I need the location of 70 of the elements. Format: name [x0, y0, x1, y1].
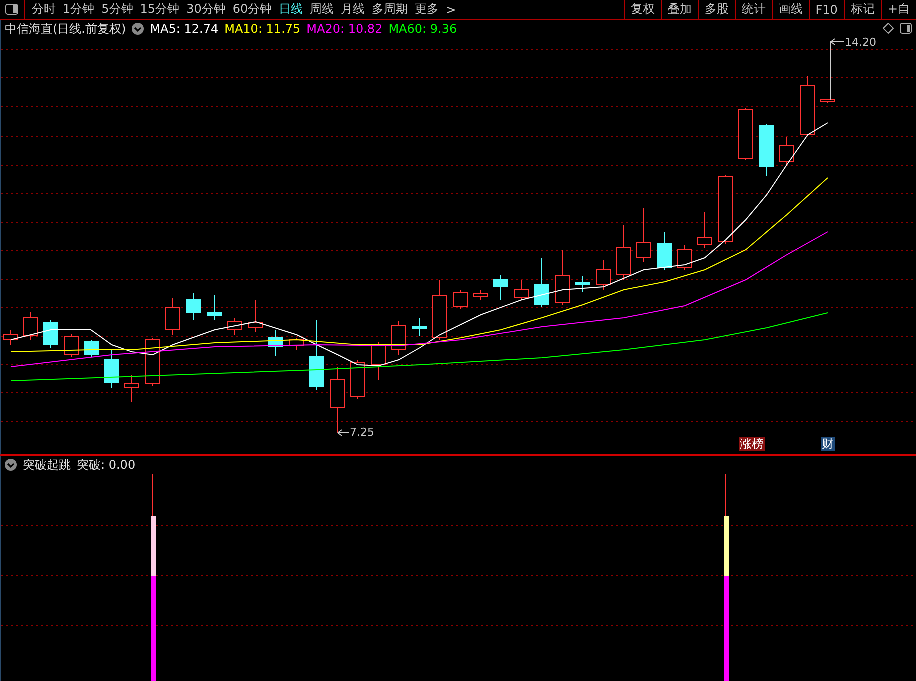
candlestick: [738, 108, 754, 160]
high-pointer-icon: [830, 38, 844, 100]
period-tab[interactable]: 周线: [310, 1, 334, 18]
candlestick: [104, 350, 120, 388]
candlestick: [166, 298, 180, 336]
chevron-down-icon[interactable]: [132, 23, 144, 35]
high-price-label: 14.20: [845, 36, 876, 49]
indicator-reading: 突破: 0.00: [77, 456, 136, 474]
candlestick: [636, 208, 652, 262]
candlestick: [372, 342, 386, 380]
candlestick: [64, 334, 80, 358]
candlestick: [208, 294, 222, 320]
candlestick: [454, 290, 468, 310]
candlestick: [392, 320, 406, 356]
candlestick: [186, 292, 202, 320]
candlestick: [412, 318, 428, 336]
panel-toggle-icon[interactable]: [900, 23, 912, 34]
indicator-name: 突破起跳: [23, 456, 71, 474]
event-badge[interactable]: 财: [821, 437, 835, 451]
more-arrow[interactable]: >: [446, 2, 456, 16]
period-tab[interactable]: 分时: [32, 1, 56, 18]
period-tab[interactable]: 多周期: [372, 1, 408, 18]
period-tab[interactable]: 月线: [341, 1, 366, 18]
candlestick: [350, 360, 366, 400]
candlestick: [780, 136, 794, 166]
period-tab[interactable]: 5分钟: [102, 1, 134, 18]
candlestick: [474, 290, 488, 300]
candlestick: [24, 312, 38, 340]
candlestick: [718, 174, 734, 244]
period-tab[interactable]: 60分钟: [232, 1, 272, 18]
candlestick: [534, 258, 550, 308]
candlestick: [658, 232, 672, 270]
period-tab[interactable]: 更多: [415, 1, 440, 18]
chevron-down-icon[interactable]: [5, 459, 17, 471]
moving-average-value: MA5: 12.74: [150, 22, 219, 36]
moving-average-value: MA60: 9.36: [388, 22, 458, 36]
moving-average-value: MA20: 10.82: [306, 22, 383, 36]
candlestick: [268, 330, 284, 356]
candlestick: [330, 366, 346, 434]
candlestick: [44, 320, 58, 348]
candlestick: [146, 338, 160, 386]
moving-average-value: MA10: 11.75: [224, 22, 301, 36]
candlestick: [760, 124, 774, 176]
period-tab[interactable]: 30分钟: [186, 1, 226, 18]
candlestick: [84, 340, 100, 358]
candlestick: [4, 330, 18, 346]
candlestick: [124, 374, 140, 402]
candlestick: [800, 76, 816, 136]
candlestick: [432, 280, 448, 340]
stock-title: 中信海直(日线.前复权): [5, 20, 126, 38]
candlestick: [616, 224, 632, 280]
candlestick: [494, 274, 508, 300]
candlestick: [556, 250, 570, 306]
period-tab[interactable]: 15分钟: [140, 1, 180, 18]
candlestick: [290, 338, 304, 350]
candlestick: [514, 280, 530, 300]
candlestick: [248, 300, 264, 332]
low-price-label: 7.25: [350, 426, 374, 439]
diamond-icon[interactable]: [883, 23, 894, 34]
candlestick: [228, 318, 242, 336]
candlestick: [678, 244, 692, 270]
candlestick: [820, 100, 836, 104]
period-tab[interactable]: 1分钟: [63, 1, 95, 18]
candlestick: [698, 212, 712, 248]
candlestick: [576, 276, 590, 292]
low-pointer-icon: [338, 430, 350, 436]
period-tab[interactable]: 日线: [279, 1, 304, 18]
candlestick: [596, 260, 612, 290]
event-badge[interactable]: 涨榜: [739, 437, 765, 451]
candlestick: [310, 320, 324, 390]
